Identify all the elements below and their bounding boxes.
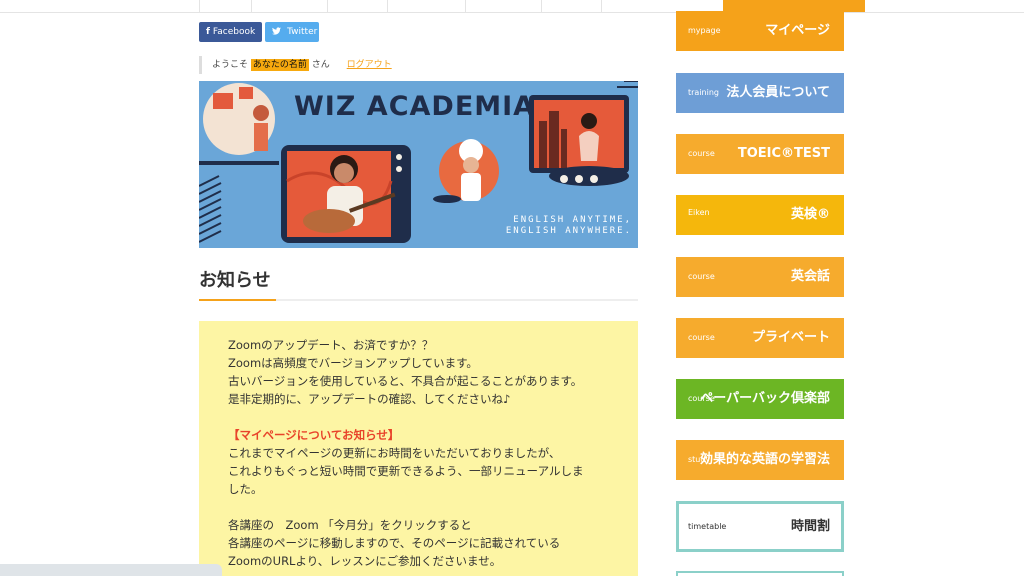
banner-tagline-1: ENGLISH ANYTIME, [513, 215, 632, 225]
banner-title: WIZ ACADEMIA [294, 91, 536, 122]
hero-banner: WIZ ACADEMIA ENGLISH ANYTIME, ENGLISH AN… [199, 81, 638, 248]
sidebar-item-label: プライベート [751, 330, 830, 345]
notice-line: Zoomは高頻度でバージョンアップしています。 [228, 356, 478, 370]
sidebar-item-mypage[interactable]: mypage マイページ [676, 11, 844, 51]
sidebar-item-label: 法人会員について [726, 85, 830, 100]
sidebar-item-toeic[interactable]: course TOEIC®TEST [676, 134, 844, 174]
sidebar-item-label: 英会話 [790, 269, 830, 284]
nav-item-1[interactable] [199, 0, 252, 12]
sidebar-item-private[interactable]: course プライベート [676, 318, 844, 358]
nav-item-5[interactable] [465, 0, 542, 12]
sidebar-item-label: 時間割 [790, 519, 830, 534]
top-navigation-bar [0, 0, 1024, 13]
welcome-message: ようこそ あなたの名前 さん ログアウト [199, 56, 392, 74]
sidebar-item-timetable[interactable]: timetable 時間割 [676, 501, 844, 552]
sidebar-item-label: TOEIC®TEST [737, 146, 830, 161]
notice-line: 各講座のページに移動しますので、そのページに記載されている [228, 536, 561, 550]
sidebar-item-tag: timetable [688, 522, 727, 531]
notice-box: Zoomのアップデート、お済ですか？？ Zoomは高頻度でバージョンアップしてい… [199, 321, 638, 576]
sidebar-item-paperback-club[interactable]: course ペーパーバック倶楽部 [676, 379, 844, 419]
nav-item-4[interactable] [387, 0, 466, 12]
notice-line: ZoomのURLより、レッスンにご参加くださいませ。 [228, 554, 502, 568]
sidebar-item-label: ペーパーバック倶楽部 [700, 391, 830, 406]
sidebar-item-next-partial[interactable] [676, 571, 844, 576]
twitter-icon [272, 27, 284, 37]
section-divider-accent [199, 299, 276, 301]
sidebar-item-tag: course [688, 149, 715, 158]
sidebar-item-tag: Eiken [688, 208, 710, 217]
bottom-overlay-bar [0, 564, 222, 576]
facebook-label: Facebook [212, 27, 256, 37]
facebook-icon: f [206, 27, 210, 37]
welcome-prefix: ようこそ [212, 60, 249, 70]
notice-line: 古いバージョンを使用していると、不具合が起こることがあります。 [228, 374, 583, 388]
twitter-share-button[interactable]: Twitter [265, 22, 319, 42]
logout-link[interactable]: ログアウト [347, 60, 392, 70]
notice-line: これまでマイページの更新にお時間をいただいておりましたが、 [228, 446, 561, 460]
twitter-label: Twitter [287, 27, 318, 37]
nav-item-6[interactable] [541, 0, 602, 12]
sidebar-item-study-method[interactable]: study 効果的な英語の学習法 [676, 440, 844, 480]
sidebar-item-tag: course [688, 333, 715, 342]
banner-tagline: ENGLISH ANYTIME, ENGLISH ANYWHERE. [506, 215, 632, 237]
welcome-suffix: さん [311, 60, 330, 70]
user-name: あなたの名前 [250, 59, 309, 71]
notice-line: した。 [228, 482, 263, 496]
sidebar-item-tag: course [688, 272, 715, 281]
banner-tagline-2: ENGLISH ANYWHERE. [505, 226, 632, 236]
sidebar-item-corporate[interactable]: training 法人会員について [676, 73, 844, 113]
sidebar-item-conversation[interactable]: course 英会話 [676, 257, 844, 297]
sidebar-item-eiken[interactable]: Eiken 英検® [676, 195, 844, 235]
section-title: お知らせ [199, 270, 271, 291]
sidebar-item-tag: training [688, 88, 719, 97]
notice-heading: 【マイページについてお知らせ】 [228, 428, 400, 442]
sidebar-item-tag: mypage [688, 26, 721, 35]
facebook-share-button[interactable]: f Facebook [199, 22, 262, 42]
sidebar-item-label: 効果的な英語の学習法 [699, 452, 830, 467]
notice-line: 各講座の Zoom 「今月分」をクリックすると [228, 518, 472, 532]
sidebar-item-label: 英検® [790, 207, 830, 222]
nav-item-2[interactable] [251, 0, 328, 12]
nav-item-3[interactable] [327, 0, 388, 12]
sidebar-item-label: マイページ [765, 23, 830, 38]
notice-line: 是非定期的に、アップデートの確認、してくださいね♪ [228, 392, 511, 406]
notice-line: Zoomのアップデート、お済ですか？？ [228, 338, 434, 352]
notice-line: これよりもぐっと短い時間で更新できるよう、一部リニューアルしま [228, 464, 584, 478]
